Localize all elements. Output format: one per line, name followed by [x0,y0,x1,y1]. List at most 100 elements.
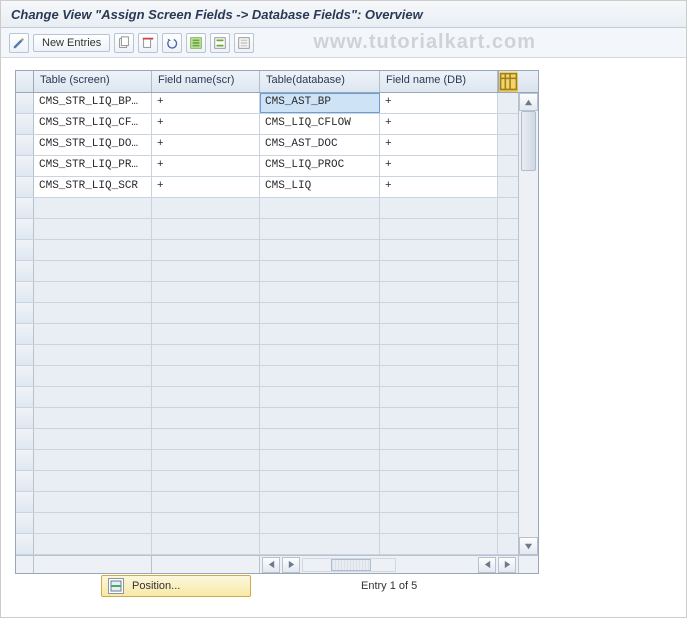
col-header-field-name-scr[interactable]: Field name(scr) [152,71,260,92]
cell-c3[interactable]: CMS_LIQ_CFLOW [260,114,380,134]
cell-c2[interactable]: + [152,156,260,176]
cell-c3 [260,303,380,323]
scroll-right-button-2[interactable] [498,557,516,573]
cell-c2[interactable]: + [152,93,260,113]
vscroll-thumb[interactable] [521,111,536,171]
row-selector[interactable] [16,261,34,281]
cell-c4[interactable]: + [380,135,498,155]
row-selector[interactable] [16,114,34,134]
cell-c1 [34,471,152,491]
scroll-left-button[interactable] [262,557,280,573]
cell-c4[interactable]: + [380,156,498,176]
select-block-button[interactable] [210,33,230,53]
col-header-field-name-db[interactable]: Field name (DB) [380,71,498,92]
configure-columns-button[interactable] [498,71,518,92]
col-header-table-database[interactable]: Table(database) [260,71,380,92]
row-selector[interactable] [16,156,34,176]
row-selector[interactable] [16,408,34,428]
vscroll-track[interactable] [519,111,538,537]
copy-as-button[interactable] [114,33,134,53]
undo-change-button[interactable] [162,33,182,53]
row-selector[interactable] [16,450,34,470]
table-row[interactable]: CMS_STR_LIQ_BP…+CMS_AST_BP+ [16,93,518,114]
cell-c4 [380,408,498,428]
row-selector[interactable] [16,177,34,197]
deselect-all-button[interactable] [234,33,254,53]
cell-c1 [34,198,152,218]
cell-c1 [34,450,152,470]
row-selector[interactable] [16,471,34,491]
row-selector[interactable] [16,219,34,239]
hscroll-thumb[interactable] [331,559,371,571]
cell-c4 [380,282,498,302]
position-button[interactable]: Position... [101,575,251,597]
cell-c4 [380,471,498,491]
delete-button[interactable] [138,33,158,53]
cell-c3 [260,282,380,302]
col-header-table-screen[interactable]: Table (screen) [34,71,152,92]
cell-c4[interactable]: + [380,93,498,113]
cell-c1[interactable]: CMS_STR_LIQ_PR… [34,156,152,176]
table-row [16,219,518,240]
table-row[interactable]: CMS_STR_LIQ_CF…+CMS_LIQ_CFLOW+ [16,114,518,135]
table-row [16,261,518,282]
table-row [16,366,518,387]
cell-c3[interactable]: CMS_LIQ [260,177,380,197]
cell-c2[interactable]: + [152,177,260,197]
cell-c3 [260,261,380,281]
new-entries-button[interactable]: New Entries [33,34,110,52]
row-selector[interactable] [16,324,34,344]
cell-c2 [152,471,260,491]
page-title: Change View "Assign Screen Fields -> Dat… [1,1,686,28]
row-selector[interactable] [16,429,34,449]
row-selector[interactable] [16,513,34,533]
cell-c3 [260,492,380,512]
cell-c2[interactable]: + [152,114,260,134]
cell-c1[interactable]: CMS_STR_LIQ_SCR [34,177,152,197]
table-row [16,513,518,534]
cell-c3 [260,513,380,533]
row-selector[interactable] [16,492,34,512]
footer: Position... Entry 1 of 5 [1,575,686,597]
cell-c1[interactable]: CMS_STR_LIQ_CF… [34,114,152,134]
cell-c1 [34,282,152,302]
table-row[interactable]: CMS_STR_LIQ_DO…+CMS_AST_DOC+ [16,135,518,156]
cell-c2 [152,534,260,554]
row-selector[interactable] [16,282,34,302]
toggle-display-change-button[interactable] [9,33,29,53]
scroll-up-button[interactable] [519,93,538,111]
cell-c2 [152,219,260,239]
scroll-right-button[interactable] [282,557,300,573]
cell-c1[interactable]: CMS_STR_LIQ_DO… [34,135,152,155]
table-row[interactable]: CMS_STR_LIQ_PR…+CMS_LIQ_PROC+ [16,156,518,177]
cell-c1[interactable]: CMS_STR_LIQ_BP… [34,93,152,113]
cell-c2[interactable]: + [152,135,260,155]
cell-c4[interactable]: + [380,177,498,197]
cell-c3[interactable]: CMS_AST_BP [260,93,380,113]
row-selector[interactable] [16,387,34,407]
cell-c3 [260,345,380,365]
row-selector-header[interactable] [16,71,34,92]
hscroll-track[interactable] [302,558,396,572]
cell-c3[interactable]: CMS_AST_DOC [260,135,380,155]
cell-c3[interactable]: CMS_LIQ_PROC [260,156,380,176]
select-all-button[interactable] [186,33,206,53]
row-selector[interactable] [16,303,34,323]
row-selector[interactable] [16,345,34,365]
table-row [16,492,518,513]
table-row[interactable]: CMS_STR_LIQ_SCR+CMS_LIQ+ [16,177,518,198]
scroll-left-button-2[interactable] [478,557,496,573]
cell-c4 [380,198,498,218]
vertical-scrollbar[interactable] [518,93,538,555]
row-selector[interactable] [16,93,34,113]
watermark-text: www.tutorialkart.com [313,31,536,54]
cell-c4[interactable]: + [380,114,498,134]
row-selector[interactable] [16,366,34,386]
cell-c3 [260,324,380,344]
table-row [16,240,518,261]
row-selector[interactable] [16,534,34,554]
row-selector[interactable] [16,240,34,260]
scroll-down-button[interactable] [519,537,538,555]
row-selector[interactable] [16,135,34,155]
row-selector[interactable] [16,198,34,218]
